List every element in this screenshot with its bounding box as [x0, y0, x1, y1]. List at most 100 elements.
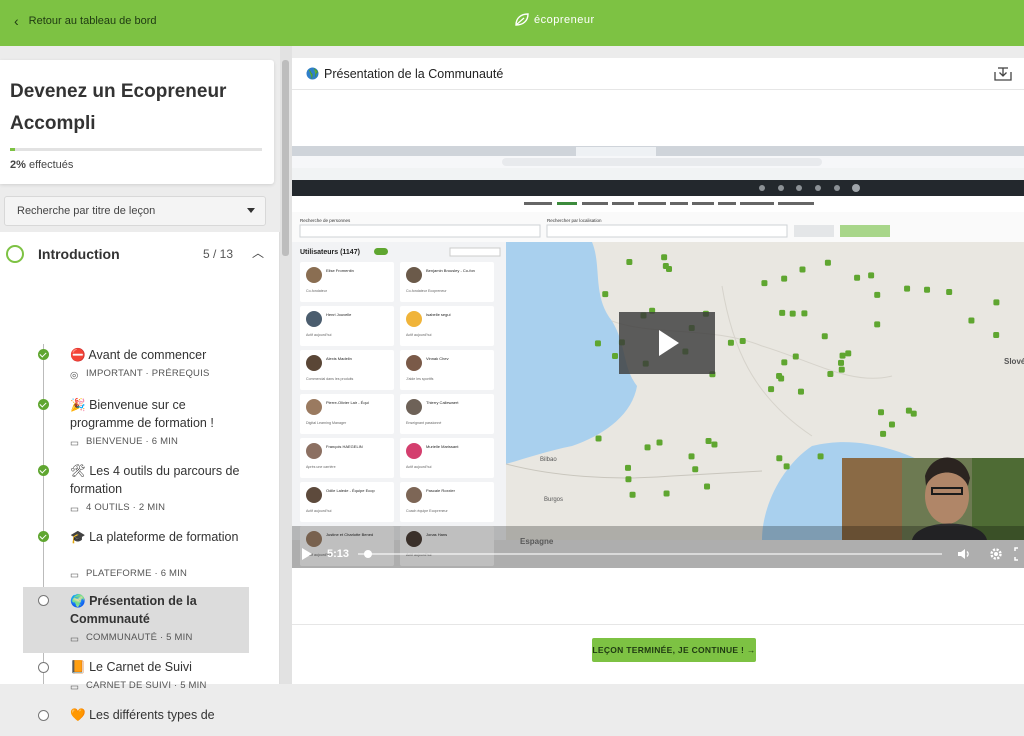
user-name: François HAEGELIN — [326, 444, 363, 449]
lesson-item[interactable]: 🛠 Les 4 outils du parcours de formation … — [23, 460, 249, 518]
map-marker — [626, 259, 633, 266]
section-count: 5 / 13 — [203, 247, 234, 261]
map-marker — [644, 444, 651, 451]
lesson-item-current[interactable]: 🌍 Présentation de la Communauté ▭ COMMUNA… — [23, 587, 249, 653]
lesson-item[interactable]: 📙 Le Carnet de Suivi ▭ CARNET DE SUIVI · … — [23, 658, 249, 698]
user-card: Henri Jouvelle Actif aujourd'hui — [300, 306, 394, 346]
lesson-title-text: Les 4 outils du parcours de formation — [70, 464, 240, 496]
user-card: Alexis Madelin Commercial dans les produi… — [300, 350, 394, 390]
lesson-complete-continue-button[interactable]: LEÇON TERMINÉE, JE CONTINUE ! → — [592, 638, 756, 662]
lesson-main: Présentation de la Communauté Recherche … — [292, 58, 1024, 684]
lesson-item[interactable]: ⛔ Avant de commencer ◎ IMPORTANT · PRÉREQ… — [23, 342, 249, 382]
map-marker — [781, 275, 788, 282]
user-line: Actif aujourd'hui — [406, 333, 432, 337]
map-marker — [595, 435, 602, 442]
avatar — [306, 355, 322, 371]
video-seekbar[interactable] — [358, 550, 942, 558]
lesson-title: 🎉 Bienvenue sur ce programme de formatio… — [70, 396, 245, 432]
lesson-search-label: Recherche par titre de leçon — [17, 205, 156, 217]
user-card: François HAEGELIN Après une carrière — [300, 438, 394, 478]
lesson-emoji-icon: 🛠 — [70, 464, 86, 478]
volume-icon[interactable] — [956, 546, 972, 562]
map-marker — [968, 317, 975, 324]
avatar — [306, 487, 322, 503]
map-marker — [845, 350, 852, 357]
map-marker — [801, 310, 808, 317]
completed-check-icon — [38, 349, 49, 360]
video-controls: 5:13 — [292, 540, 1024, 568]
avatar — [306, 267, 322, 283]
map-marker — [797, 388, 804, 395]
completed-check-icon — [38, 399, 49, 410]
user-card: Benjamin Brousley - Co-fon Co-fondateur E… — [400, 262, 494, 302]
download-icon[interactable] — [994, 66, 1012, 82]
top-bar: ‹ Retour au tableau de bord écopreneur — [0, 0, 1024, 46]
play-icon[interactable] — [302, 548, 312, 560]
lesson-title-text: La plateforme de formation — [89, 530, 239, 544]
user-line: J'aide les sportifs — [406, 377, 434, 381]
user-line: Enseignant passionné — [406, 421, 441, 425]
map-marker — [656, 439, 663, 446]
map-marker — [924, 286, 931, 293]
sidebar-scrollbar[interactable] — [280, 46, 292, 684]
user-line: Co-fondateur Ecopreneur — [406, 289, 447, 293]
map-marker — [827, 370, 834, 377]
user-card: Elise Fromentin Co-fondateur — [300, 262, 394, 302]
section-header[interactable]: Introduction 5 / 13 ︿ — [0, 232, 279, 276]
lesson-footer: LEÇON TERMINÉE, JE CONTINUE ! → — [292, 624, 1024, 684]
brand-logo[interactable]: écopreneur — [514, 13, 595, 27]
map-marker — [705, 437, 712, 444]
lesson-title-text: Présentation de la Communauté — [70, 594, 197, 626]
video-play-button[interactable] — [619, 312, 715, 374]
video-player[interactable]: Recherche de personnes Rechercher par lo… — [292, 146, 1024, 568]
map-marker — [625, 476, 632, 483]
map-marker — [874, 291, 881, 298]
user-name: Thierry Callewaert — [426, 400, 459, 405]
avatar — [406, 355, 422, 371]
lesson-title: 🛠 Les 4 outils du parcours de formation — [70, 462, 245, 498]
map-marker — [904, 285, 911, 292]
back-to-dashboard-link[interactable]: ‹ Retour au tableau de bord — [14, 14, 157, 28]
leaf-logo-icon — [515, 13, 529, 26]
map-marker — [739, 338, 746, 345]
fullscreen-icon[interactable] — [1014, 546, 1024, 562]
chevron-up-icon[interactable]: ︿ — [252, 244, 264, 261]
avatar — [306, 311, 322, 327]
avatar — [406, 487, 422, 503]
user-name: Pascale Roxxler — [426, 488, 456, 493]
user-line: Commercial dans les produits — [306, 377, 354, 381]
back-label: Retour au tableau de bord — [28, 15, 157, 27]
lesson-search-select[interactable]: Recherche par titre de leçon — [4, 196, 266, 226]
lesson-meta: ▭ 4 OUTILS · 2 MIN — [70, 502, 165, 515]
user-name: Alexis Madelin — [326, 356, 352, 361]
lesson-emoji-icon: 🧡 — [70, 708, 86, 722]
user-name: Benjamin Brousley - Co-fon — [426, 268, 475, 273]
people-search-label: Recherche de personnes — [300, 218, 351, 223]
lesson-meta: ▭ CARNET DE SUIVI · 5 MIN — [70, 680, 207, 693]
user-line: Actif aujourd'hui — [406, 465, 432, 469]
map-marker — [946, 288, 953, 295]
map-marker — [854, 274, 861, 281]
map-marker — [779, 309, 786, 316]
lesson-title-text: Les différents types de — [89, 708, 215, 722]
map-marker — [789, 310, 796, 317]
map-marker — [821, 333, 828, 340]
map-marker — [688, 453, 695, 460]
user-card: Vinnak Chev J'aide les sportifs — [400, 350, 494, 390]
map-marker — [761, 280, 768, 287]
avatar — [406, 443, 422, 459]
lesson-meta: ▭ PLATEFORME · 6 MIN — [70, 568, 188, 581]
section-title: Introduction — [38, 246, 120, 262]
user-line: Actif aujourd'hui — [306, 333, 332, 337]
lesson-emoji-icon: 🌍 — [70, 594, 86, 608]
map-marker — [783, 463, 790, 470]
lesson-item[interactable]: 🎉 Bienvenue sur ce programme de formatio… — [23, 394, 249, 452]
settings-gear-icon[interactable] — [988, 546, 1004, 562]
lesson-item[interactable]: 🎓 La plateforme de formation ▭ PLATEFORME… — [23, 526, 249, 584]
lesson-item[interactable]: 🧡 Les différents types de — [23, 706, 249, 736]
lesson-title: 🌍 Présentation de la Communauté — [70, 592, 245, 628]
sidebar-scrollbar-thumb[interactable] — [282, 60, 289, 256]
map-marker — [776, 372, 783, 379]
lesson-meta-text: PLATEFORME · 6 MIN — [86, 568, 188, 579]
seekbar-knob[interactable] — [363, 550, 372, 558]
